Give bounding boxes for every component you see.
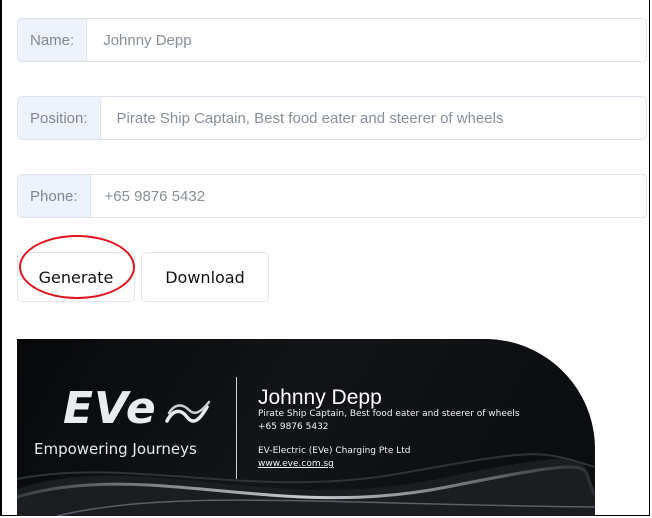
phone-field[interactable]: Phone: <box>17 174 647 218</box>
card-position: Pirate Ship Captain, Best food eater and… <box>258 409 520 419</box>
phone-label: Phone: <box>18 175 91 217</box>
card-tagline: Empowering Journeys <box>34 440 197 458</box>
card-divider <box>236 377 237 479</box>
name-label: Name: <box>18 19 88 61</box>
card-logo-text: EVe <box>63 383 157 434</box>
generate-button[interactable]: Generate <box>17 252 135 302</box>
card-phone: +65 9876 5432 <box>258 422 329 432</box>
download-button[interactable]: Download <box>141 252 269 302</box>
card-company: EV-Electric (EVe) Charging Pte Ltd <box>258 446 411 456</box>
position-label: Position: <box>18 97 101 139</box>
position-field[interactable]: Position: <box>17 96 647 140</box>
name-field[interactable]: Name: <box>17 18 647 62</box>
card-name: Johnny Depp <box>258 386 382 409</box>
wave-icon <box>165 400 211 423</box>
business-card-preview: EVe Empowering Journeys Johnny Depp Pira… <box>17 339 595 516</box>
phone-input[interactable] <box>90 175 646 217</box>
position-input[interactable] <box>100 97 646 139</box>
card-website: www.eve.com.sg <box>258 459 334 469</box>
name-input[interactable] <box>87 19 646 61</box>
